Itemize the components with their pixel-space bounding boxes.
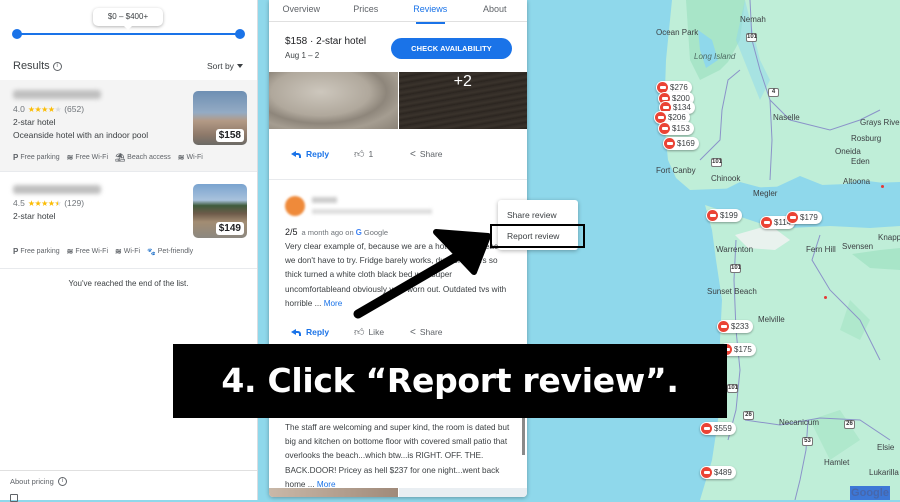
instruction-banner: 4. Click “Report review”. — [173, 344, 727, 418]
pointer-arrow-icon — [353, 229, 491, 319]
